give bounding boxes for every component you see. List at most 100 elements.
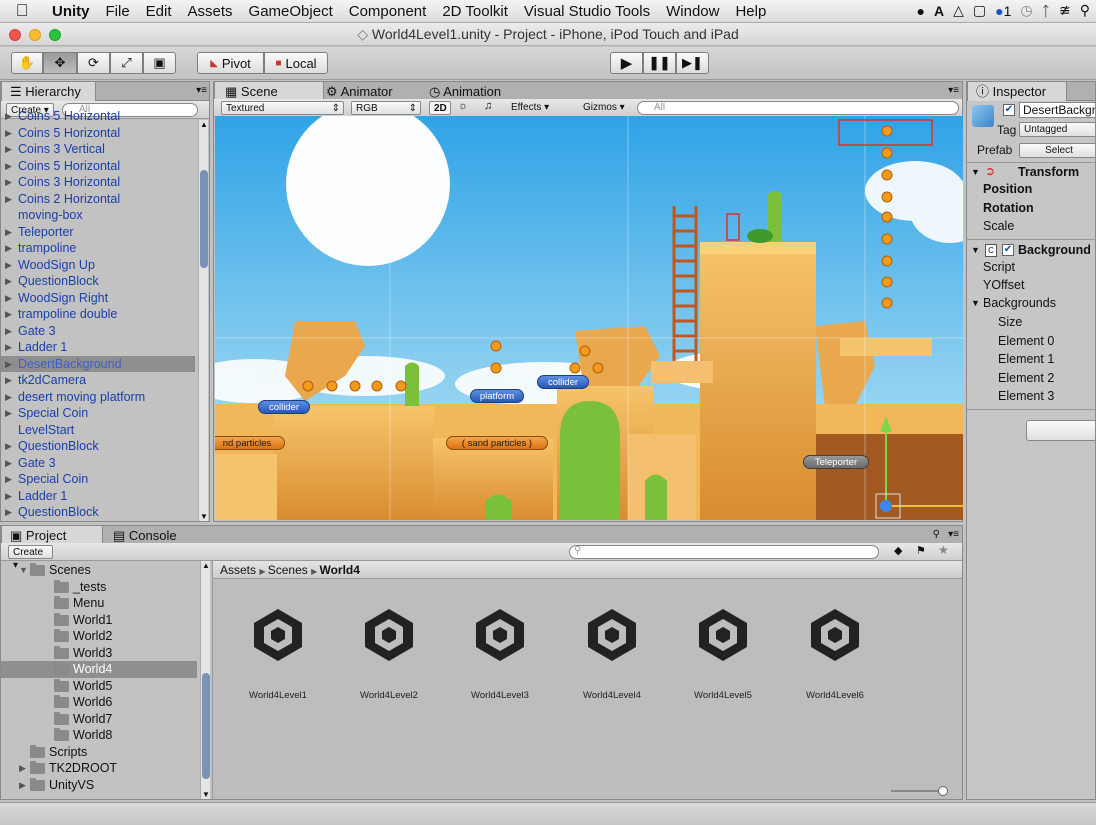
move-tool-button[interactable]: ✥	[43, 52, 77, 74]
folder-tree-item[interactable]: World3	[1, 645, 197, 662]
menu-unity[interactable]: Unity	[44, 3, 98, 20]
folder-tree-item[interactable]: World8	[1, 727, 197, 744]
folder-tree-item[interactable]: World1	[1, 612, 197, 629]
hierarchy-item[interactable]: ▶ Coins 3 Vertical	[1, 141, 195, 158]
name-field[interactable]: DesertBackgr	[1019, 102, 1095, 118]
expand-arrow-icon[interactable]: ▶	[5, 125, 12, 142]
expand-arrow-icon[interactable]: ▶	[5, 389, 12, 406]
folder-tree-item[interactable]: World7	[1, 711, 197, 728]
expand-arrow-icon[interactable]: ▶	[5, 504, 12, 521]
folder-tree-item[interactable]: World6	[1, 694, 197, 711]
scene-label-teleporter[interactable]: Teleporter	[803, 455, 869, 469]
play-button[interactable]: ▶	[610, 52, 643, 74]
expand-arrow-icon[interactable]: ▶	[5, 471, 12, 488]
search-icon[interactable]: ⚲	[1080, 2, 1090, 19]
hierarchy-item[interactable]: moving-box	[1, 207, 195, 224]
project-tree-scrollbar[interactable]: ▲ ▼	[200, 561, 210, 799]
bluetooth-icon[interactable]: ᛏ	[1042, 3, 1050, 19]
drive-icon[interactable]: △	[953, 2, 964, 19]
tab-inspector[interactable]: ⓘ Inspector	[967, 82, 1067, 101]
menu-window[interactable]: Window	[658, 3, 727, 20]
expand-arrow-icon[interactable]: ▶	[5, 323, 12, 340]
zoom-window-button[interactable]	[49, 29, 61, 41]
expand-arrow-icon[interactable]: ▶	[19, 760, 26, 777]
hierarchy-scrollbar[interactable]: ▲ ▼	[198, 120, 208, 521]
scroll-up-arrow[interactable]: ▲	[200, 120, 208, 129]
pause-button[interactable]: ❚❚	[643, 52, 676, 74]
expand-arrow-icon[interactable]: ▶	[5, 141, 12, 158]
hierarchy-item[interactable]: ▶ trampoline double	[1, 306, 195, 323]
scene-label-collider[interactable]: collider	[537, 375, 589, 389]
hierarchy-item[interactable]: ▶ Gate 3	[1, 323, 195, 340]
time-machine-icon[interactable]: ◷	[1020, 2, 1032, 19]
hierarchy-item[interactable]: ▶ Ladder 1	[1, 339, 195, 356]
expand-arrow-icon[interactable]: ▶	[5, 405, 12, 422]
draw-mode-dropdown[interactable]: Textured ⇕	[221, 101, 344, 115]
breadcrumb-scenes[interactable]: Scenes	[268, 563, 308, 577]
scene-asset[interactable]: World4Level2	[339, 597, 439, 701]
step-button[interactable]: ▶❚	[676, 52, 709, 74]
expand-arrow-icon[interactable]: ▶	[5, 191, 12, 208]
wifi-icon[interactable]: ≇	[1059, 2, 1071, 19]
expand-arrow-icon[interactable]: ▶	[19, 777, 26, 794]
lock-icon[interactable]: ⚲	[933, 529, 940, 540]
folder-tree-item[interactable]: Scripts	[1, 744, 197, 761]
project-tree-scroll-thumb[interactable]	[202, 673, 210, 779]
scroll-up-arrow[interactable]: ▲	[202, 561, 210, 570]
expand-arrow-icon[interactable]: ▶	[5, 339, 12, 356]
expand-arrow-icon[interactable]: ▶	[5, 372, 12, 389]
scene-asset[interactable]: World4Level5	[673, 597, 773, 701]
scene-label-platform[interactable]: platform	[470, 389, 524, 403]
audio-icon[interactable]: ♫	[484, 100, 492, 112]
hierarchy-item[interactable]: ▶ Teleporter	[1, 224, 195, 241]
hand-tool-button[interactable]: ✋	[11, 52, 43, 74]
expand-arrow-icon[interactable]: ▶	[5, 224, 12, 241]
backgrounds-foldout[interactable]: ▼ Backgrounds	[967, 295, 1095, 313]
hierarchy-item[interactable]: ▶ trampoline	[1, 240, 195, 257]
hierarchy-item[interactable]: ▶ DesertBackground	[1, 355, 195, 373]
menu-visual-studio-tools[interactable]: Visual Studio Tools	[516, 3, 658, 20]
active-checkbox[interactable]: ✔	[1003, 104, 1015, 116]
zoom-slider[interactable]	[891, 786, 948, 796]
hierarchy-item[interactable]: ▶ QuestionBlock	[1, 504, 195, 521]
expand-arrow-icon[interactable]: ▶	[5, 158, 12, 175]
hierarchy-item[interactable]: ▶ WoodSign Up	[1, 257, 195, 274]
menu-assets[interactable]: Assets	[180, 3, 241, 20]
render-mode-dropdown[interactable]: RGB ⇕	[351, 101, 421, 115]
breadcrumb-assets[interactable]: Assets	[220, 563, 256, 577]
collapse-arrow-icon[interactable]: ▼	[19, 562, 28, 579]
folder-tree-item[interactable]: _tests	[1, 579, 197, 596]
scene-label-collider[interactable]: collider	[258, 400, 310, 414]
hierarchy-item[interactable]: ▶ tk2dCamera	[1, 372, 195, 389]
prefab-select-button[interactable]: Select	[1019, 143, 1095, 158]
menu-help[interactable]: Help	[727, 3, 774, 20]
effects-dropdown[interactable]: Effects ▾	[507, 101, 559, 115]
rotate-tool-button[interactable]: ⟳	[77, 52, 110, 74]
close-window-button[interactable]	[9, 29, 21, 41]
menu-component[interactable]: Component	[341, 3, 435, 20]
hierarchy-item[interactable]: ▶ Special Coin	[1, 471, 195, 488]
expand-arrow-icon[interactable]: ▶	[5, 111, 12, 125]
expand-arrow-icon[interactable]: ▶	[5, 273, 12, 290]
zoom-slider-handle[interactable]	[938, 786, 948, 796]
project-create-dropdown[interactable]: Create ▾	[8, 545, 53, 571]
hierarchy-item[interactable]: ▶ Coins 2 Horizontal	[1, 191, 195, 208]
folder-tree-item[interactable]: World2	[1, 628, 197, 645]
local-toggle[interactable]: ■ Local	[264, 52, 328, 74]
hierarchy-item[interactable]: ▶ QuestionBlock	[1, 438, 195, 455]
hierarchy-item[interactable]: ▶ Special Coin	[1, 405, 195, 422]
hierarchy-item[interactable]: ▶ Coins 3 Horizontal	[1, 174, 195, 191]
expand-arrow-icon[interactable]: ▶	[5, 240, 12, 257]
hierarchy-item[interactable]: LevelStart	[1, 422, 195, 439]
2d-mode-toggle[interactable]: 2D	[429, 101, 451, 115]
minimize-window-button[interactable]	[29, 29, 41, 41]
scene-label-sand-particles[interactable]: nd particles	[215, 436, 285, 450]
hierarchy-item[interactable]: ▶ desert moving platform	[1, 389, 195, 406]
scene-asset[interactable]: World4Level3	[450, 597, 550, 701]
expand-arrow-icon[interactable]: ▶	[5, 438, 12, 455]
panel-menu-icon[interactable]: ▾≡	[948, 85, 959, 96]
expand-arrow-icon[interactable]: ▶	[5, 290, 12, 307]
hierarchy-item[interactable]: ▶ QuestionBlock	[1, 273, 195, 290]
expand-arrow-icon[interactable]: ▶	[5, 306, 12, 323]
expand-arrow-icon[interactable]: ▶	[5, 356, 12, 373]
